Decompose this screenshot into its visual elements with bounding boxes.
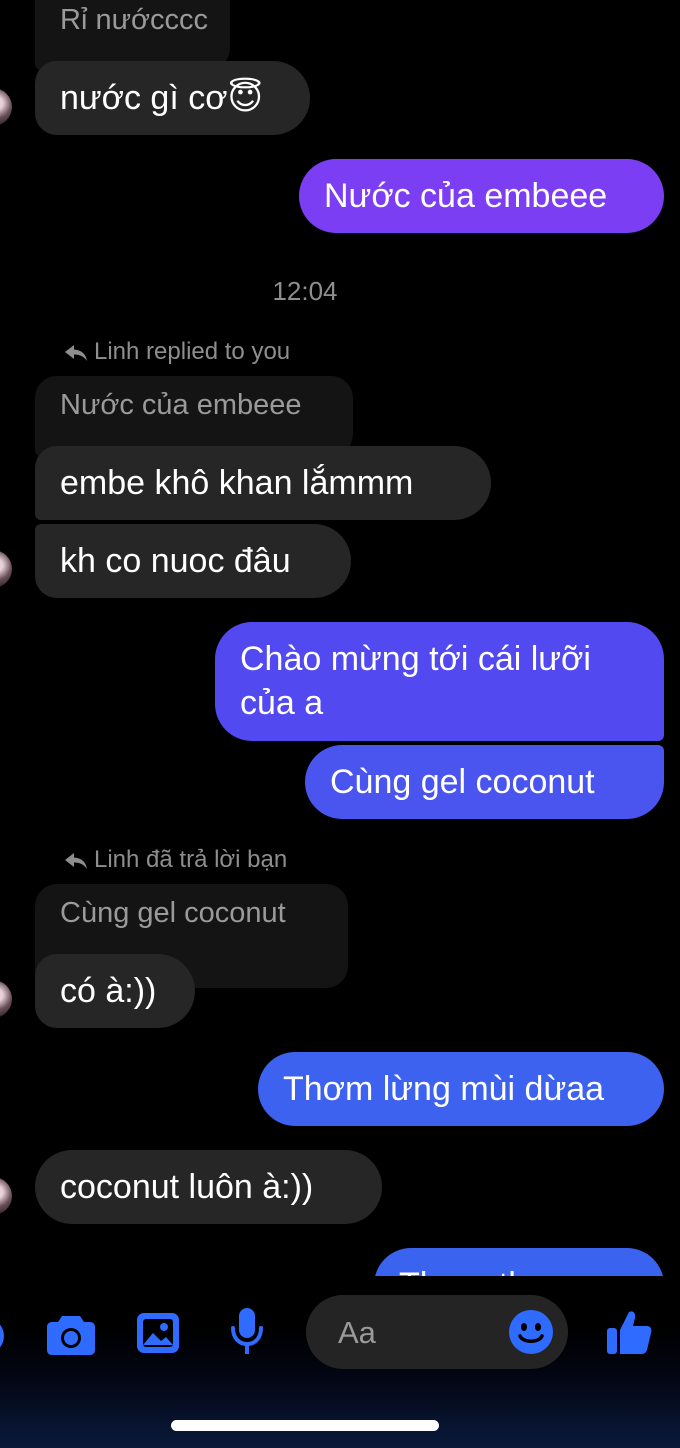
avatar[interactable] — [0, 550, 12, 588]
outgoing-message[interactable]: Cùng gel coconut — [305, 745, 664, 819]
reply-arrow-icon — [65, 853, 87, 869]
incoming-message[interactable]: embe khô khan lắmmm — [35, 446, 491, 520]
reply-quote[interactable]: Rỉ nướcccc — [35, 0, 230, 70]
composer-toolbar — [0, 1276, 680, 1448]
home-indicator[interactable] — [171, 1420, 439, 1431]
message-line: Chào mừng tới cái lưỡi — [240, 640, 591, 678]
timestamp: 12:04 — [272, 276, 338, 306]
reply-quote[interactable]: Nước của embeee — [35, 376, 353, 456]
replied-indicator: Linh đã trả lời bạn — [64, 845, 287, 875]
message-input[interactable] — [336, 1309, 500, 1357]
microphone-icon[interactable] — [228, 1306, 266, 1358]
outgoing-message[interactable]: Thơm lừng mùi dừaa — [258, 1052, 664, 1126]
incoming-message[interactable]: có à:)) — [35, 954, 195, 1028]
avatar[interactable] — [0, 980, 12, 1018]
more-icon[interactable] — [0, 1314, 8, 1358]
message-composer[interactable] — [306, 1295, 568, 1369]
outgoing-message[interactable]: Chào mừng tới cái lưỡi của a — [215, 622, 664, 741]
camera-icon[interactable] — [46, 1314, 96, 1356]
gallery-icon[interactable] — [135, 1311, 181, 1355]
avatar[interactable] — [0, 1177, 12, 1215]
outgoing-message[interactable]: Nước của embeee — [299, 159, 664, 233]
incoming-message[interactable]: nước gì cơ😇 — [35, 61, 310, 135]
message-line: của a — [240, 684, 324, 722]
replied-indicator: Linh replied to you — [64, 337, 290, 367]
emoji-icon[interactable] — [508, 1309, 554, 1355]
replied-label: Linh replied to you — [94, 338, 291, 365]
avatar[interactable] — [0, 88, 12, 126]
replied-label: Linh đã trả lời bạn — [94, 846, 288, 873]
like-icon[interactable] — [605, 1308, 653, 1356]
incoming-message[interactable]: coconut luôn à:)) — [35, 1150, 382, 1224]
reply-arrow-icon — [65, 345, 87, 361]
incoming-message[interactable]: kh co nuoc đâu — [35, 524, 351, 598]
